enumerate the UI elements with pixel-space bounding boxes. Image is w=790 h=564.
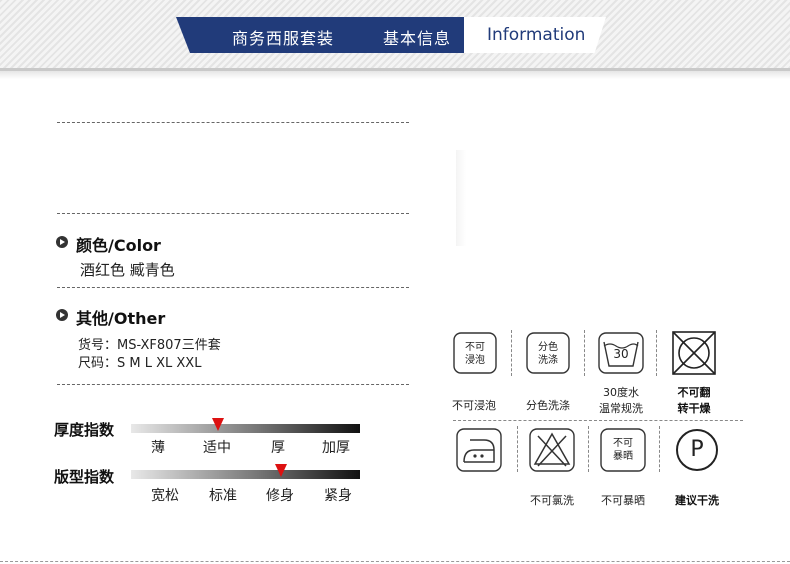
thickness-tick: 加厚 (322, 440, 350, 456)
fit-tick: 标准 (209, 488, 237, 504)
no-tumble-dry-icon (672, 331, 716, 375)
divider (57, 287, 409, 288)
separator (511, 330, 512, 376)
no-sun-dry-text: 不可 暴晒 (613, 438, 633, 462)
divider (57, 213, 409, 214)
divider (57, 122, 409, 123)
color-values: 酒红色 臧青色 (80, 261, 175, 279)
image-edge (456, 150, 466, 246)
tab-information: Information (487, 25, 586, 45)
care-label: 分色洗涤 (526, 399, 570, 412)
care-label: 不可浸泡 (452, 399, 496, 412)
tab-basic-info: 基本信息 (383, 29, 452, 48)
fit-label: 版型指数 (54, 468, 115, 486)
care-label: 不可暴晒 (601, 494, 645, 507)
care-label: 不可翻 转干燥 (677, 386, 711, 415)
fit-bar (131, 470, 360, 479)
low-iron-icon (456, 428, 502, 472)
thickness-tick: 适中 (203, 440, 231, 456)
separator (584, 330, 585, 376)
care-label: 不可氯洗 (530, 494, 574, 507)
no-soak-text: 不可 浸泡 (465, 342, 485, 366)
bullet-icon (56, 236, 68, 248)
fit-marker-icon (275, 464, 287, 477)
care-label: 建议干洗 (675, 494, 719, 507)
tab-product-suit: 商务西服套装 (232, 29, 335, 48)
color-title: 颜色/Color (76, 236, 161, 255)
size-list: 尺码：S M L XL XXL (78, 356, 202, 371)
item-number: 货号：MS-XF807三件套 (78, 338, 221, 353)
other-title: 其他/Other (76, 309, 166, 328)
thickness-bar (131, 424, 360, 433)
no-bleach-icon (529, 428, 575, 472)
thickness-tick: 厚 (271, 440, 285, 456)
dry-clean-text: P (690, 437, 704, 462)
bottom-divider (0, 561, 790, 562)
care-label: 30度水 温常规洗 (599, 386, 643, 415)
thickness-marker-icon (212, 418, 224, 431)
divider (57, 384, 409, 385)
header-shadow (0, 71, 790, 79)
fit-tick: 紧身 (324, 488, 352, 504)
separator (659, 426, 660, 472)
fit-tick: 修身 (266, 488, 294, 504)
separator (453, 420, 743, 421)
bullet-icon (56, 309, 68, 321)
thickness-label: 厚度指数 (54, 421, 115, 439)
fit-tick: 宽松 (151, 488, 179, 504)
separator (517, 426, 518, 472)
wash-separately-text: 分色 洗涤 (538, 342, 558, 366)
wash-30-text: 30 (613, 347, 629, 361)
separator (656, 330, 657, 376)
separator (588, 426, 589, 472)
thickness-tick: 薄 (151, 440, 165, 456)
